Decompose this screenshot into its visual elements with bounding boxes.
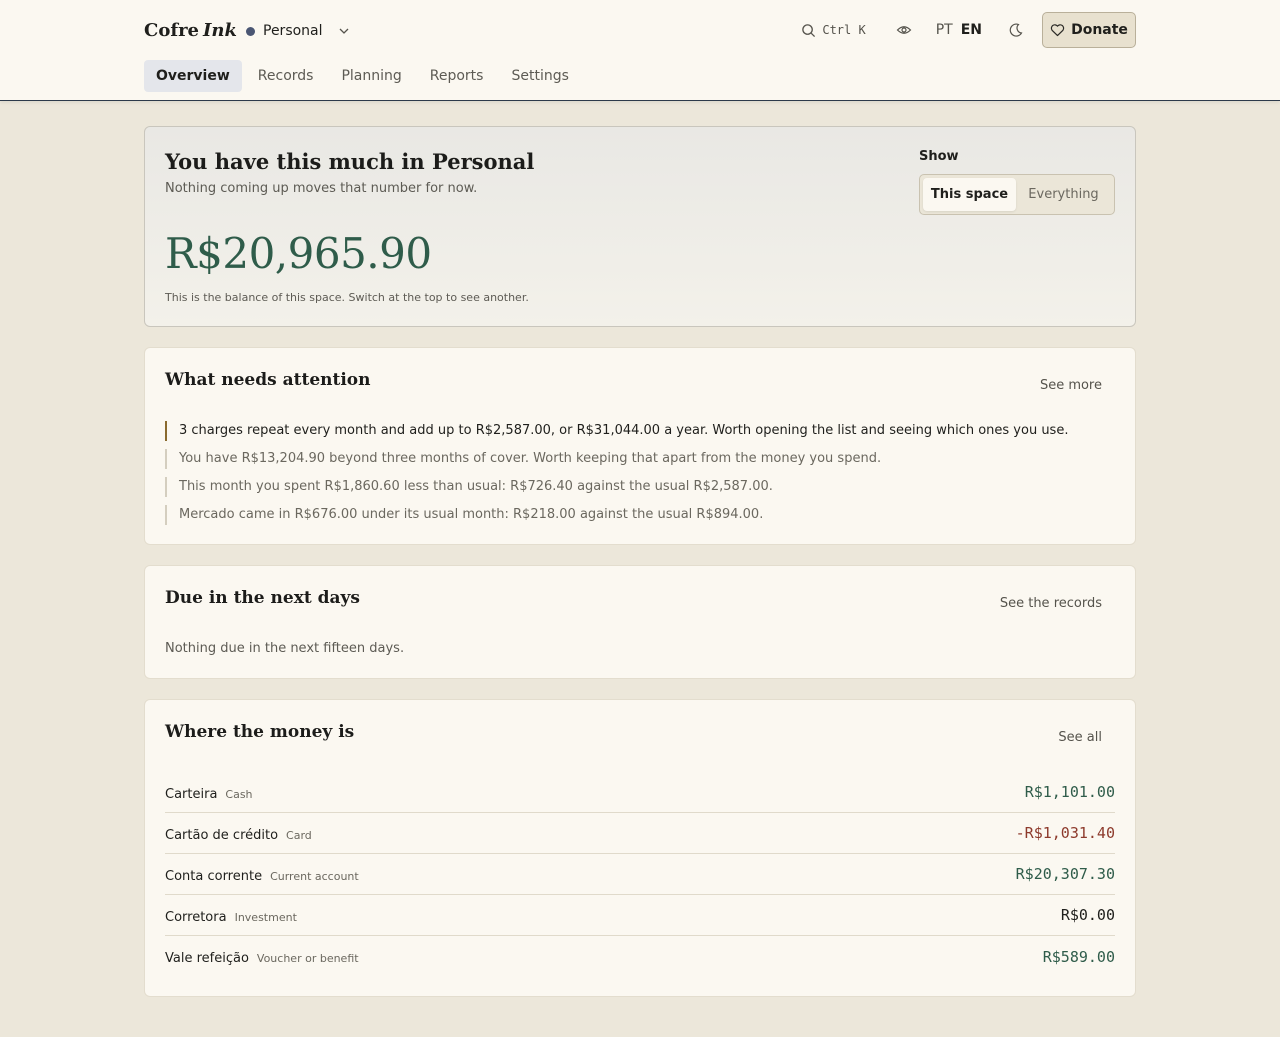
account-name: Conta corrente [165,868,263,884]
tab-settings[interactable]: Settings [499,60,580,92]
attention-item: This month you spent R$1,860.60 less tha… [165,477,1068,497]
attention-item: 3 charges repeat every month and add up … [165,421,1068,441]
account-row[interactable]: Conta corrente Current account R$20,307.3… [165,854,1115,895]
donate-label: Donate [1071,22,1128,38]
account-name: Cartão de crédito [165,827,279,843]
main-tabs: Overview Records Planning Reports Settin… [144,60,585,92]
chevron-down-icon [339,28,348,34]
account-amount: R$589.00 [1042,947,1115,966]
account-row[interactable]: Corretora Investment R$0.00 [165,895,1115,936]
lang-en[interactable]: EN [961,22,982,38]
account-row[interactable]: Cartão de crédito Card -R$1,031.40 [165,813,1115,854]
space-color-dot [246,26,255,36]
scope-everything[interactable]: Everything [1016,178,1111,211]
account-name: Corretora [165,909,227,925]
moon-icon [1009,23,1023,37]
brand-accent: Ink [203,20,237,41]
scope-this-space[interactable]: This space [923,178,1016,211]
see-all-link[interactable]: See all [1058,730,1102,745]
attention-item: You have R$13,204.90 beyond three months… [165,449,1068,469]
attention-item: Mercado came in R$676.00 under its usual… [165,505,1068,525]
account-amount: -R$1,031.40 [1015,824,1115,842]
lang-pt[interactable]: PT [936,22,953,38]
show-label: Show [919,149,959,164]
account-kind: Card [286,828,312,842]
top-header: Cofre Ink Personal Ctrl K PT EN Donate O… [0,0,1280,101]
see-records-link[interactable]: See the records [1000,596,1102,611]
balance-title: You have this much in Personal [165,149,535,174]
balance-hint: This is the balance of this space. Switc… [165,291,529,304]
brand-main: Cofre [144,20,200,41]
accounts-list: Carteira Cash R$1,101.00 Cartão de crédit… [165,772,1115,977]
account-name: Vale refeição [165,951,249,966]
attention-list: 3 charges repeat every month and add up … [165,421,1068,533]
balance-card: You have this much in Personal Nothing c… [144,126,1136,327]
space-selector[interactable]: Personal [246,20,351,42]
search-button[interactable]: Ctrl K [801,23,866,38]
space-name: Personal [263,23,323,39]
see-more-link[interactable]: See more [1040,378,1102,393]
tab-overview[interactable]: Overview [144,60,242,92]
account-amount: R$1,101.00 [1024,783,1115,801]
header-actions: Ctrl K PT EN Donate [801,12,1136,48]
language-switch: PT EN [936,22,982,38]
balance-subtitle: Nothing coming up moves that number for … [165,181,478,196]
search-icon [802,23,816,37]
account-amount: R$0.00 [1060,906,1115,924]
app-logo[interactable]: Cofre Ink [144,20,237,41]
account-name: Carteira [165,786,218,802]
account-row[interactable]: Carteira Cash R$1,101.00 [165,772,1115,813]
scope-toggle: This space Everything [919,174,1115,215]
hide-values-button[interactable] [896,22,912,38]
heart-icon [1050,24,1065,37]
theme-toggle[interactable] [1008,22,1024,38]
balance-amount: R$20,965.90 [165,229,432,278]
due-title: Due in the next days [165,588,360,608]
due-empty-message: Nothing due in the next fifteen days. [165,641,405,656]
eye-icon [896,26,912,34]
account-amount: R$20,307.30 [1015,865,1115,883]
account-row[interactable]: Vale refeição Voucher or benefit R$589.00 [165,936,1115,977]
tab-planning[interactable]: Planning [329,60,413,92]
accounts-title: Where the money is [165,722,355,742]
account-kind: Current account [270,869,359,883]
attention-card: What needs attention See more 3 charges … [144,347,1136,545]
tab-records[interactable]: Records [246,60,326,92]
tab-reports[interactable]: Reports [418,60,496,92]
account-kind: Cash [225,787,253,801]
attention-title: What needs attention [165,370,371,390]
account-kind: Investment [234,910,297,924]
accounts-card: Where the money is See all Carteira Cash … [144,699,1136,997]
donate-button[interactable]: Donate [1042,12,1136,48]
account-kind: Voucher or benefit [256,952,359,965]
search-shortcut: Ctrl K [822,23,866,37]
due-card: Due in the next days See the records Not… [144,565,1136,679]
